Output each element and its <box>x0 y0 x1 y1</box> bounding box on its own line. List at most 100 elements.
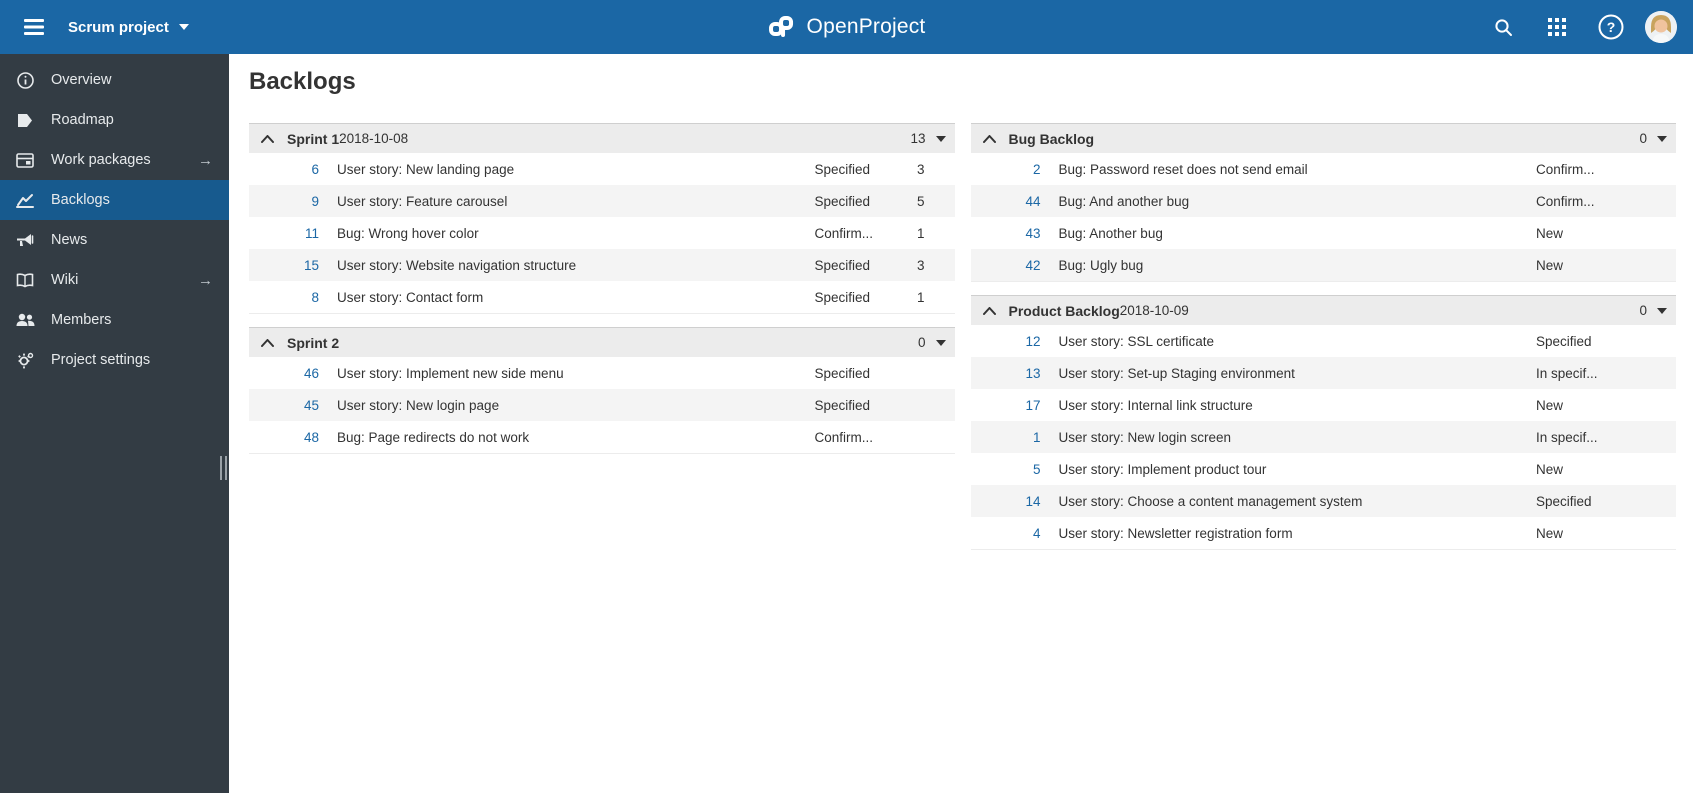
search-icon[interactable] <box>1483 7 1523 47</box>
work-package-points: 3 <box>916 257 925 273</box>
backlog-row[interactable]: 12 User story: SSL certificate Specified <box>970 325 1676 357</box>
backlog-row[interactable]: 14 User story: Choose a content managemen… <box>970 485 1676 517</box>
sidebar-item-members[interactable]: Members <box>0 300 229 340</box>
modules-grid-icon[interactable] <box>1537 7 1577 47</box>
backlog-menu-caret-icon[interactable] <box>1657 135 1667 142</box>
backlog-row[interactable]: 5 User story: Implement product tour New <box>970 453 1676 485</box>
work-package-status: Confirm... <box>814 225 874 241</box>
backlog-row[interactable]: 17 User story: Internal link structure New <box>970 389 1676 421</box>
sidebar-item-wiki[interactable]: Wiki → <box>0 260 229 300</box>
work-package-status: Specified <box>814 257 871 273</box>
backlog-row[interactable]: 46 User story: Implement new side menu Spe… <box>249 357 955 389</box>
backlog-product-backlog: Product Backlog 2018-10-09 0 12 User stor… <box>970 295 1676 550</box>
work-package-id-link[interactable]: 9 <box>249 194 319 209</box>
backlog-row[interactable]: 1 User story: New login screen In specif..… <box>970 421 1676 453</box>
openproject-logo-icon <box>768 16 793 37</box>
sidebar-item-project-settings[interactable]: Project settings <box>0 340 229 380</box>
avatar[interactable] <box>1645 11 1677 43</box>
backlog-sprint-1: Sprint 1 2018-10-08 13 6 User story: New … <box>249 123 955 314</box>
backlog-row[interactable]: 8 User story: Contact form Specified 1 <box>249 281 955 313</box>
backlog-body: 46 User story: Implement new side menu Spe… <box>249 357 955 453</box>
work-package-id-link[interactable]: 12 <box>971 334 1040 349</box>
work-package-status: New <box>1536 461 1564 477</box>
work-package-id-link[interactable]: 48 <box>249 430 319 445</box>
hamburger-menu-icon[interactable] <box>14 7 54 47</box>
backlog-menu-caret-icon[interactable] <box>1657 307 1667 314</box>
sidebar-item-label: Project settings <box>51 352 151 368</box>
sidebar-item-overview[interactable]: Overview <box>0 60 229 100</box>
sidebar-resize-handle[interactable] <box>220 456 227 480</box>
backlog-row[interactable]: 4 User story: Newsletter registration for… <box>970 517 1676 549</box>
work-package-title: User story: New login screen <box>1058 429 1232 445</box>
backlog-body: 2 Bug: Password reset does not send email… <box>970 153 1676 281</box>
work-package-title: User story: Internal link structure <box>1058 397 1253 413</box>
sidebar-item-news[interactable]: News <box>0 220 229 260</box>
work-package-title: User story: Implement product tour <box>1058 461 1267 477</box>
work-package-title: User story: Newsletter registration form <box>1058 525 1293 541</box>
work-package-id-link[interactable]: 4 <box>971 526 1041 541</box>
backlog-date: 2018-10-08 <box>339 131 409 146</box>
backlog-menu-caret-icon[interactable] <box>935 339 946 346</box>
work-package-status: New <box>1536 525 1564 541</box>
sidebar: Overview Roadmap Work packages → Backlogs New… <box>0 54 229 793</box>
work-package-status: In specif... <box>1536 429 1598 445</box>
work-package-id-link[interactable]: 44 <box>971 194 1040 209</box>
expand-arrow-icon[interactable]: → <box>198 152 213 169</box>
work-package-id-link[interactable]: 11 <box>249 226 319 241</box>
backlog-row[interactable]: 13 User story: Set-up Staging environment… <box>970 357 1676 389</box>
backlog-row[interactable]: 9 User story: Feature carousel Specified 5 <box>249 185 955 217</box>
work-package-id-link[interactable]: 17 <box>971 398 1040 413</box>
collapse-chevron-icon[interactable] <box>982 134 996 143</box>
work-package-id-link[interactable]: 45 <box>249 398 319 413</box>
sidebar-item-label: Overview <box>51 72 112 88</box>
collapse-chevron-icon[interactable] <box>982 306 996 315</box>
work-package-id-link[interactable]: 1 <box>971 430 1041 445</box>
backlog-row[interactable]: 44 Bug: And another bug Confirm... <box>970 185 1676 217</box>
work-package-id-link[interactable]: 6 <box>249 162 319 177</box>
work-package-points: 1 <box>916 289 925 305</box>
backlog-row[interactable]: 2 Bug: Password reset does not send email… <box>970 153 1676 185</box>
sidebar-item-roadmap[interactable]: Roadmap <box>0 100 229 140</box>
work-package-status: Confirm... <box>1536 193 1595 209</box>
backlog-row[interactable]: 11 Bug: Wrong hover color Confirm... 1 <box>249 217 955 249</box>
work-package-id-link[interactable]: 13 <box>971 366 1040 381</box>
sidebar-item-label: Backlogs <box>51 192 110 208</box>
svg-text:?: ? <box>1607 19 1616 35</box>
backlog-header: Sprint 2 0 <box>249 327 955 357</box>
work-package-status: New <box>1536 397 1564 413</box>
backlog-row[interactable]: 15 User story: Website navigation structu… <box>249 249 955 281</box>
backlog-row[interactable]: 43 Bug: Another bug New <box>970 217 1676 249</box>
work-package-id-link[interactable]: 14 <box>971 494 1040 509</box>
backlog-row[interactable]: 42 Bug: Ugly bug New <box>970 249 1676 281</box>
backlog-points-count: 0 <box>1639 131 1647 146</box>
work-package-id-link[interactable]: 42 <box>971 258 1040 273</box>
collapse-chevron-icon[interactable] <box>261 338 274 347</box>
members-icon <box>15 310 35 330</box>
work-package-id-link[interactable]: 15 <box>249 258 319 273</box>
sidebar-item-work-packages[interactable]: Work packages → <box>0 140 229 180</box>
work-package-title: User story: SSL certificate <box>1058 333 1215 349</box>
backlog-row[interactable]: 48 Bug: Page redirects do not work Confirm… <box>249 421 955 453</box>
work-package-id-link[interactable]: 2 <box>971 162 1041 177</box>
backlog-menu-caret-icon[interactable] <box>935 135 946 142</box>
backlog-name: Bug Backlog <box>1008 130 1095 147</box>
work-package-points: 3 <box>916 161 925 177</box>
sidebar-item-backlogs[interactable]: Backlogs <box>0 180 229 220</box>
work-package-status: Specified <box>1536 333 1592 349</box>
openproject-logo[interactable]: OpenProject <box>768 0 926 54</box>
collapse-chevron-icon[interactable] <box>261 134 274 143</box>
work-package-id-link[interactable]: 43 <box>971 226 1040 241</box>
sidebar-item-label: News <box>51 232 88 248</box>
chevron-down-icon <box>178 24 189 30</box>
work-package-id-link[interactable]: 5 <box>971 462 1041 477</box>
backlog-row[interactable]: 6 User story: New landing page Specified 3 <box>249 153 955 185</box>
work-package-id-link[interactable]: 46 <box>249 366 319 381</box>
project-selector[interactable]: Scrum project <box>68 19 189 36</box>
news-icon <box>15 230 35 250</box>
backlog-row[interactable]: 45 User story: New login page Specified <box>249 389 955 421</box>
wiki-icon <box>15 270 35 290</box>
work-package-id-link[interactable]: 8 <box>249 290 319 305</box>
expand-arrow-icon[interactable]: → <box>198 272 213 289</box>
backlog-header: Sprint 1 2018-10-08 13 <box>249 123 955 153</box>
help-icon[interactable]: ? <box>1591 7 1631 47</box>
